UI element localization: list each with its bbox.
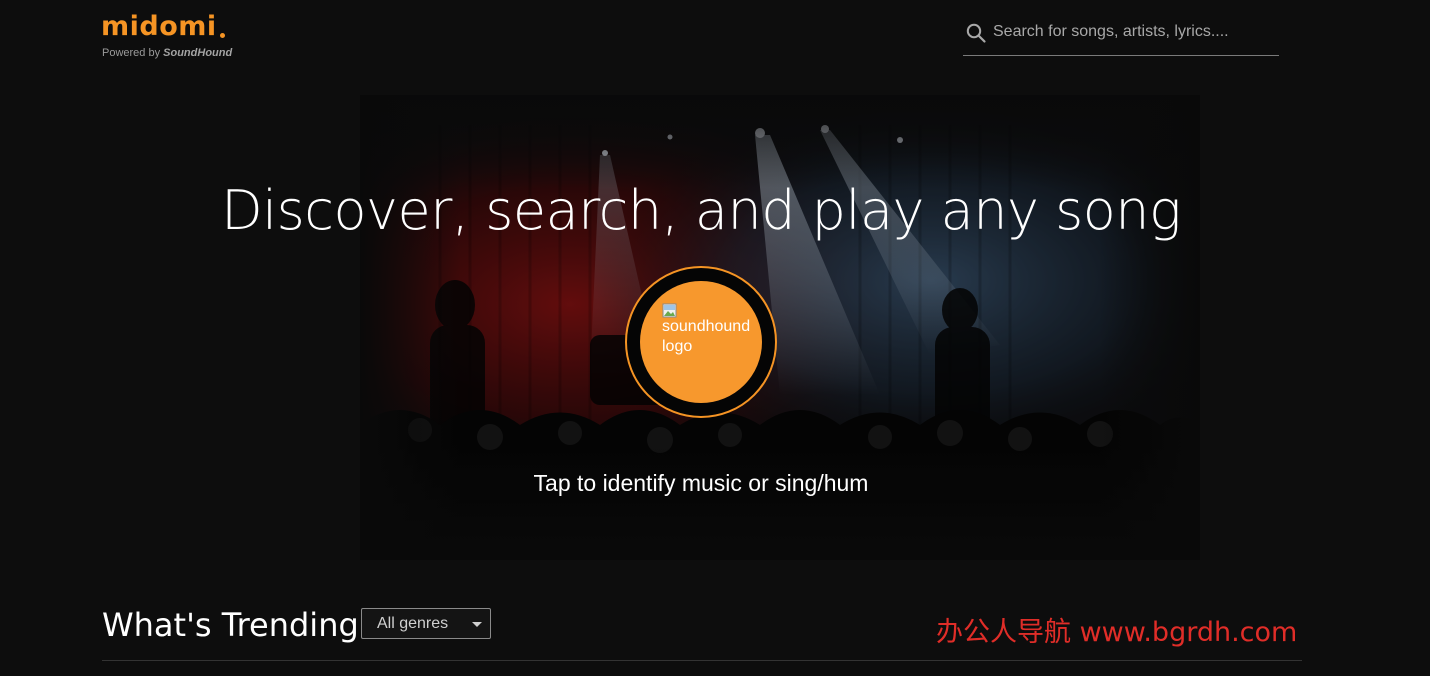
listen-button-inner: soundhound logo [640, 281, 762, 403]
search-input[interactable] [993, 17, 1275, 47]
logo-dot [220, 33, 225, 38]
genre-dropdown[interactable]: All genres [361, 608, 491, 639]
logo-powered-by: Powered by SoundHound [102, 47, 232, 59]
midomi-logo[interactable]: midomi Powered by SoundHound [101, 10, 251, 64]
trending-title: What's Trending [102, 606, 359, 644]
logo-wordmark: midomi [101, 11, 217, 42]
genre-selected-value: All genres [377, 615, 449, 632]
watermark-text: 办公人导航 www.bgrdh.com [936, 617, 1298, 648]
listen-button[interactable]: soundhound logo [625, 266, 777, 418]
trending-divider [102, 660, 1302, 661]
powered-by-prefix: Powered by [102, 47, 161, 59]
caret-down-icon [472, 622, 482, 627]
page: midomi Powered by SoundHound Discover, s… [0, 0, 1430, 676]
tap-instruction: Tap to identify music or sing/hum [533, 470, 869, 496]
soundhound-logo-alt-text: soundhound logo [662, 318, 751, 355]
powered-by-brand: SoundHound [163, 47, 233, 59]
search-bar [963, 14, 1279, 56]
search-icon[interactable] [965, 22, 987, 44]
hero-title: Discover, search, and play any song [221, 179, 1181, 242]
